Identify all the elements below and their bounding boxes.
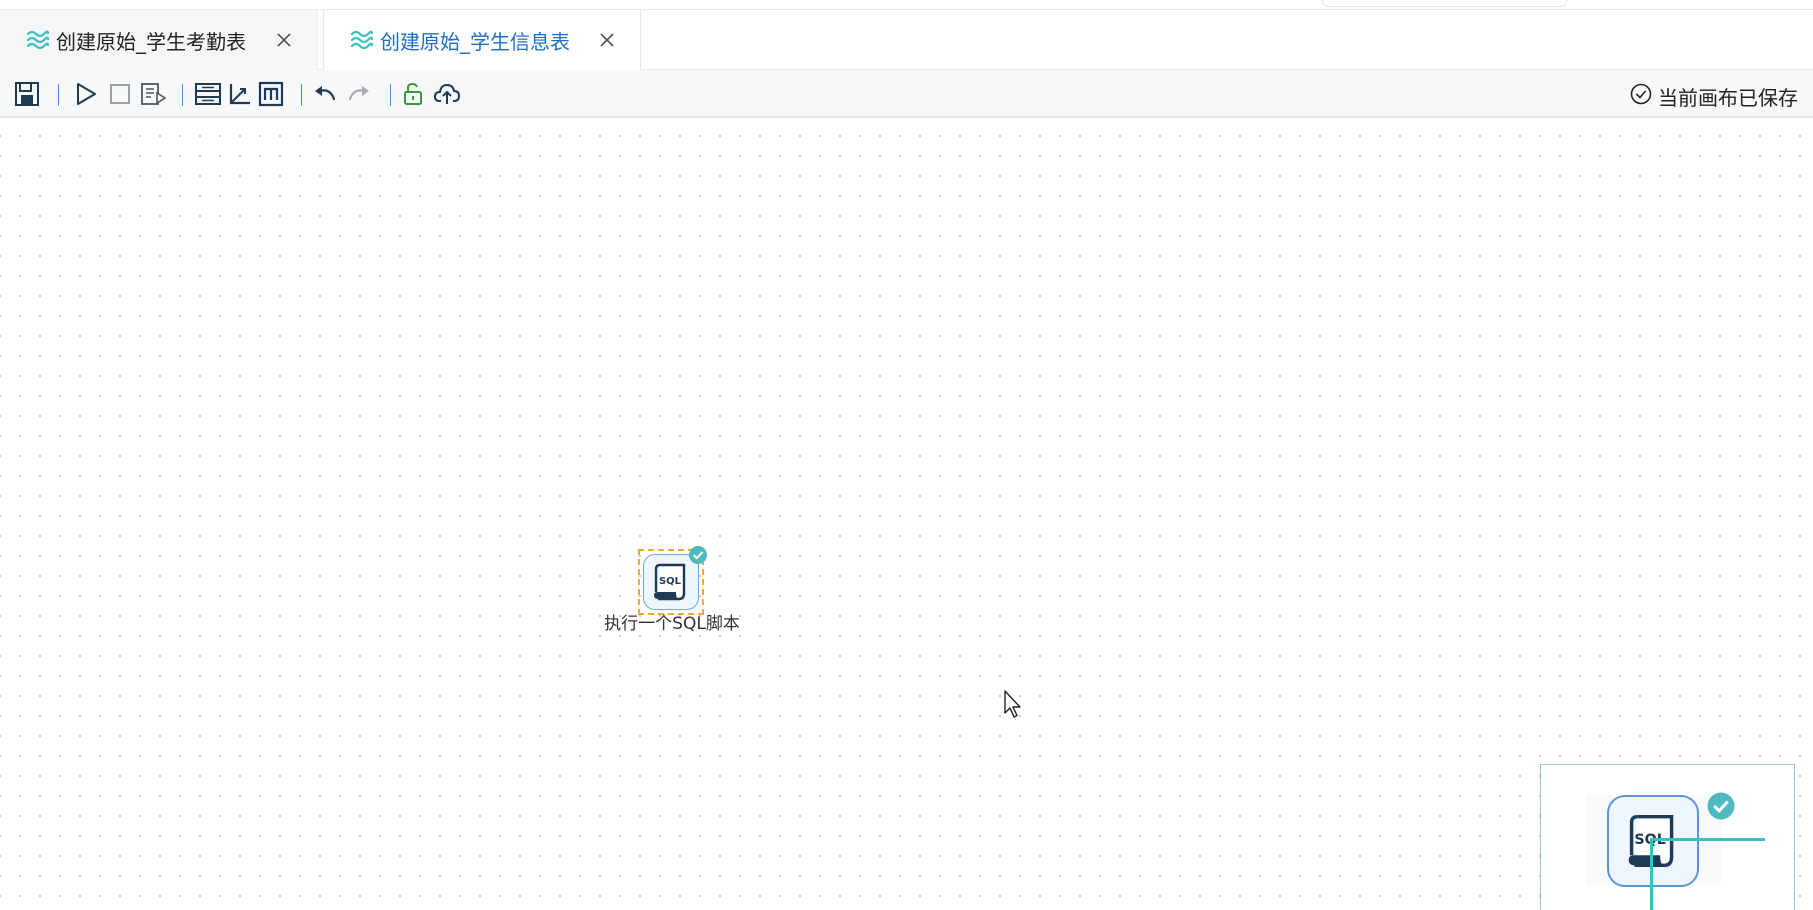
check-circle-icon — [1630, 83, 1652, 110]
toolbar-separator — [301, 84, 302, 106]
tab-student-info[interactable]: 创建原始_学生信息表 — [323, 10, 641, 70]
top-search-field[interactable] — [1322, 0, 1567, 7]
toolbar-separator — [182, 84, 183, 106]
axis-icon[interactable] — [226, 80, 254, 108]
check-badge-icon — [688, 545, 708, 569]
workflow-canvas[interactable]: SQL 执行一个SQL脚本 — [0, 118, 1813, 910]
svg-text:SQL: SQL — [659, 576, 682, 587]
minimap-sql-node: SQL — [1607, 795, 1699, 887]
minimap-crosshair-vertical — [1650, 838, 1653, 910]
tab-label: 创建原始_学生信息表 — [380, 29, 570, 54]
m-icon[interactable] — [257, 80, 285, 108]
mouse-cursor-icon — [1003, 689, 1023, 723]
undo-icon[interactable] — [311, 80, 339, 108]
save-status: 当前画布已保存 — [1630, 82, 1798, 111]
save-status-text: 当前画布已保存 — [1658, 86, 1798, 110]
tab-attendance[interactable]: 创建原始_学生考勤表 — [0, 10, 318, 70]
close-icon[interactable] — [596, 29, 618, 51]
minimap-crosshair-horizontal — [1652, 838, 1765, 841]
app-window: 创建原始_学生考勤表 创建原始_学生信息表 当前画布已保存 SQL 执行一个SQ… — [0, 0, 1813, 910]
node-label: 执行一个SQL脚本 — [604, 614, 740, 634]
check-badge-icon — [1706, 791, 1736, 825]
minimap[interactable]: SQL — [1540, 764, 1795, 910]
tab-bar: 创建原始_学生考勤表 创建原始_学生信息表 — [0, 10, 1813, 70]
window-top-strip — [0, 0, 1813, 10]
stop-icon[interactable] — [106, 80, 134, 108]
tab-label: 创建原始_学生考勤表 — [56, 29, 246, 54]
step-run-icon[interactable] — [139, 80, 167, 108]
toolbar-separator — [390, 84, 391, 106]
waves-icon — [350, 29, 374, 51]
waves-icon — [26, 29, 50, 51]
run-icon[interactable] — [72, 80, 100, 108]
close-icon[interactable] — [273, 29, 295, 51]
sql-script-icon: SQL — [1628, 815, 1674, 867]
sql-script-node[interactable]: SQL — [638, 546, 707, 615]
save-icon[interactable] — [13, 80, 41, 108]
sql-script-icon: SQL — [654, 563, 686, 601]
cloud-upload-icon[interactable] — [433, 80, 461, 108]
unlock-icon[interactable] — [399, 80, 427, 108]
toolbar: 当前画布已保存 — [0, 70, 1813, 118]
toolbar-separator — [58, 84, 59, 106]
redo-icon[interactable] — [345, 80, 373, 108]
table-view-icon[interactable] — [194, 80, 222, 108]
